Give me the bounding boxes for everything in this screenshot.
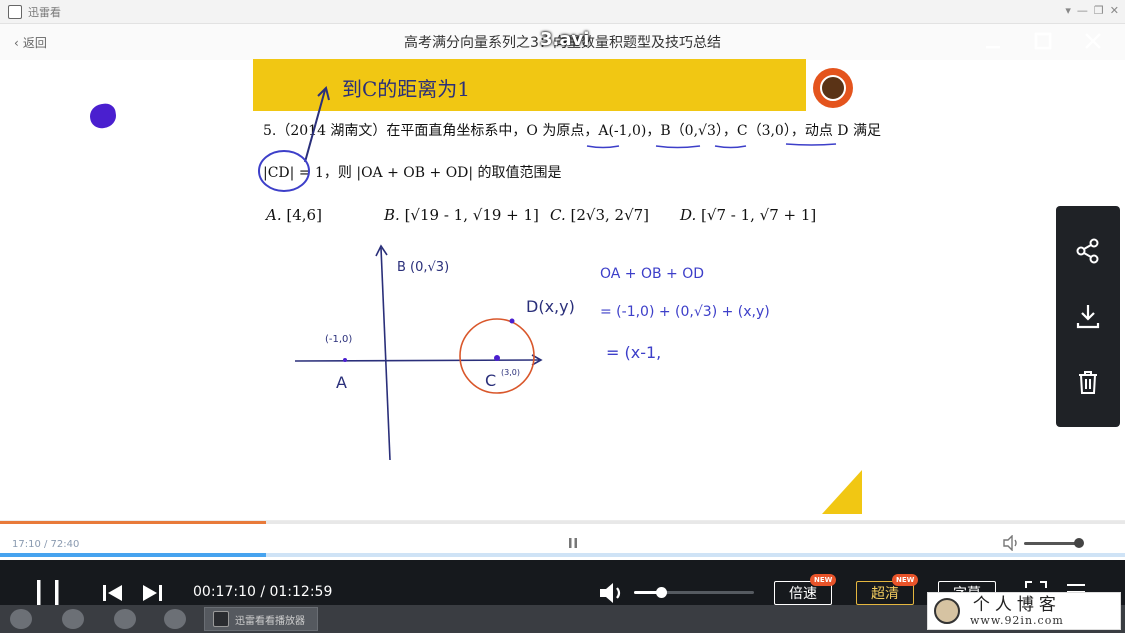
volume-slider[interactable] (634, 591, 754, 594)
browser-icon[interactable] (114, 609, 136, 629)
app-title: 迅雷看 (28, 5, 61, 19)
y-axis (380, 247, 391, 461)
buffer-bar-fill (0, 553, 266, 557)
app-icon (8, 4, 22, 19)
player-window: 迅雷看 ▾ — ❐ ✕ ‹ 返回 高考满分向量系列之3：向量数量积题型及技巧总结… (0, 0, 1125, 633)
trash-icon (1079, 371, 1097, 395)
vector-expr-line-3: = (x-1, (606, 343, 661, 362)
watermark-avatar-icon (934, 598, 960, 624)
label-a: A (336, 373, 347, 392)
watermark-url: www.92in.com (970, 613, 1064, 627)
volume-icon (600, 583, 621, 603)
vector-expr-line-2: = (-1,0) + (0,√3) + (x,y) (600, 304, 770, 320)
x-axis (294, 359, 541, 362)
buffer-bar[interactable] (0, 553, 1125, 557)
minimize-button[interactable] (980, 28, 1006, 54)
file-name-overlay: 3.avi (540, 29, 590, 50)
label-d: D(x,y) (526, 297, 575, 316)
mini-pause-icon[interactable] (566, 536, 580, 550)
pause-button[interactable] (34, 579, 62, 607)
seek-bar-played (0, 521, 266, 524)
minimize-icon (986, 46, 1000, 49)
volume-button[interactable] (598, 581, 626, 605)
point-d (509, 318, 515, 324)
start-menu-icon[interactable] (10, 609, 32, 629)
underline-d (785, 143, 837, 146)
watermark-text: 个人博客 www.92in.com (970, 596, 1064, 627)
maximize-icon (1034, 32, 1052, 50)
mini-time-label: 17:10 / 72:40 (12, 539, 80, 550)
mini-volume-knob[interactable] (1074, 538, 1084, 548)
quality-new-badge: NEW (892, 574, 919, 586)
volume-knob[interactable] (656, 587, 667, 598)
os-close-icon[interactable]: ✕ (1110, 4, 1119, 17)
handwritten-annotations: 到C的距离为1 B (0,√3) (-1,0) A C (3,0) D(x,y) (258, 77, 837, 461)
previous-button[interactable] (102, 584, 124, 602)
underline-a (586, 145, 620, 149)
os-restore-icon[interactable]: ❐ (1094, 4, 1104, 17)
os-minimize-icon[interactable]: — (1077, 4, 1088, 17)
taskbar-task-label: 迅雷看看播放器 (235, 615, 305, 627)
os-title-bar: 迅雷看 ▾ — ❐ ✕ (0, 0, 1125, 24)
next-button[interactable] (141, 584, 163, 602)
mini-volume-slider[interactable] (1024, 542, 1080, 545)
taskbar-app-icon-2[interactable] (164, 609, 186, 629)
download-button[interactable] (1071, 299, 1105, 333)
close-icon (1085, 33, 1101, 49)
seek-bar[interactable] (0, 521, 1125, 524)
label-c-coord: (3,0) (501, 368, 520, 377)
skip-previous-icon (103, 585, 122, 601)
point-c (494, 355, 500, 361)
progress-section: 17:10 / 72:40 (0, 520, 1125, 560)
pause-icon (37, 580, 59, 606)
cd-highlight-circle (258, 150, 310, 192)
label-c: C (485, 371, 496, 390)
volume-slider-fill (634, 591, 658, 594)
underline-c (714, 145, 747, 149)
label-a-coord: (-1,0) (325, 334, 352, 345)
point-a (343, 358, 347, 362)
taskbar-app-icon-1[interactable] (62, 609, 84, 629)
watermark-title: 个人博客 (972, 594, 1061, 615)
speed-new-badge: NEW (810, 574, 837, 586)
video-frame[interactable]: 5.（2014 湖南文）在平面直角坐标系中，O 为原点，A(-1,0)，B（0,… (0, 59, 1125, 520)
download-icon (1076, 305, 1100, 329)
player-header: ‹ 返回 高考满分向量系列之3：向量数量积题型及技巧总结 3.avi (0, 24, 1125, 60)
side-action-panel (1056, 206, 1120, 427)
delete-button[interactable] (1071, 365, 1105, 399)
underline-b (655, 145, 701, 149)
vector-expr-line-1: OA + OB + OD (600, 266, 704, 282)
share-icon (1076, 238, 1099, 264)
speed-label: 倍速 (789, 586, 817, 602)
os-menu-icon[interactable]: ▾ (1065, 4, 1071, 17)
maximize-button[interactable] (1030, 28, 1056, 54)
close-button[interactable] (1080, 28, 1106, 54)
banner-note: 到C的距离为1 (342, 77, 470, 101)
mini-volume-icon[interactable] (1002, 535, 1020, 551)
label-b: B (0,√3) (397, 260, 449, 275)
quality-label: 超清 (871, 586, 899, 602)
share-button[interactable] (1071, 234, 1105, 268)
os-window-controls: ▾ — ❐ ✕ (1065, 4, 1119, 17)
taskbar-task-player[interactable]: 迅雷看看播放器 (204, 607, 318, 631)
playback-time: 00:17:10 / 01:12:59 (193, 584, 333, 600)
blog-watermark: 个人博客 www.92in.com (927, 592, 1121, 630)
player-task-icon (213, 611, 229, 627)
skip-next-icon (143, 585, 162, 601)
note-arrow (304, 89, 326, 163)
